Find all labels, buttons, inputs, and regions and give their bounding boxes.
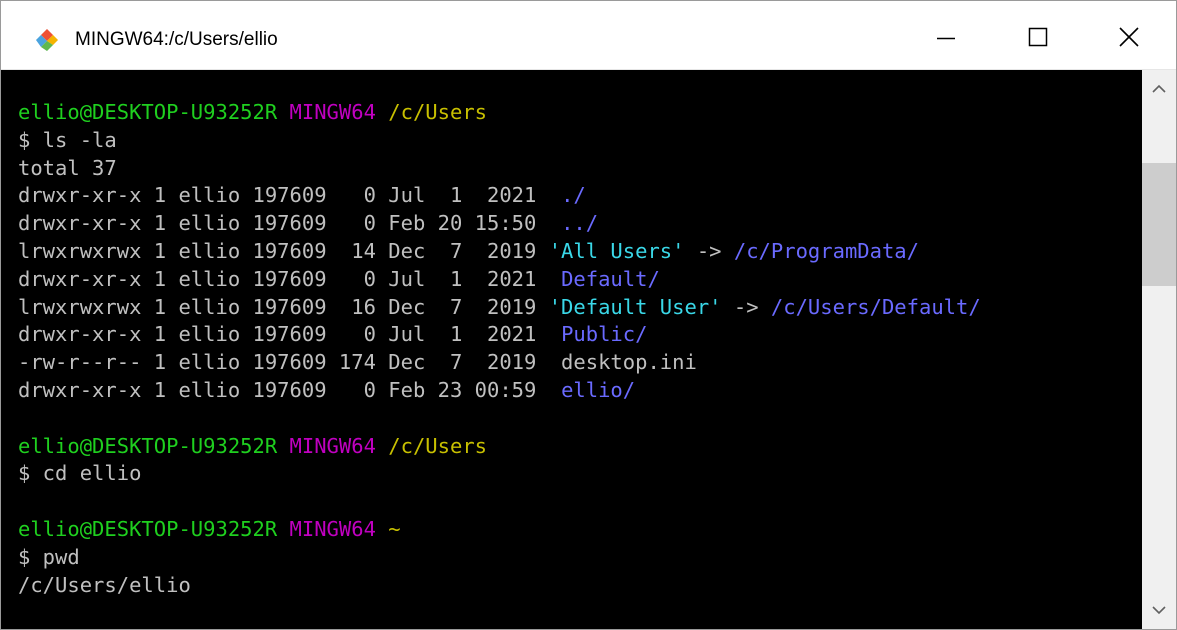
terminal-text-segment: MINGW64 (289, 516, 376, 541)
terminal-text-segment: lrwxrwxrwx 1 ellio 197609 14 Dec 7 2019 (18, 238, 549, 263)
terminal-text-segment: ~ (388, 516, 401, 541)
terminal-text-segment: drwxr-xr-x 1 ellio 197609 0 Feb 23 00:59 (18, 377, 562, 402)
terminal-text-segment: drwxr-xr-x 1 ellio 197609 0 Jul 1 2021 (18, 322, 562, 347)
terminal-window: MINGW64:/c/Users/ellio ellio@DESKTOP-U93… (0, 0, 1177, 630)
terminal-text-segment: drwxr-xr-x 1 ellio 197609 0 Jul 1 2021 (18, 266, 562, 291)
terminal-text-segment: ellio@DESKTOP-U93252R (18, 433, 278, 458)
terminal-line: drwxr-xr-x 1 ellio 197609 0 Jul 1 2021 D… (18, 266, 981, 294)
terminal-text-segment: ../ (561, 211, 599, 236)
terminal-text-segment: /c/Users/ellio (18, 572, 191, 597)
terminal-text-segment: /c/Users (388, 100, 488, 124)
terminal-text-segment: ellio@DESKTOP-U93252R (18, 100, 278, 124)
title-bar[interactable]: MINGW64:/c/Users/ellio (1, 1, 1176, 70)
terminal-line: -rw-r--r-- 1 ellio 197609 174 Dec 7 2019… (18, 349, 981, 377)
terminal-line: ellio@DESKTOP-U93252R MINGW64 /c/Users (18, 433, 981, 461)
terminal-line: drwxr-xr-x 1 ellio 197609 0 Jul 1 2021 P… (18, 321, 981, 349)
terminal-text-segment: $ cd ellio (18, 461, 142, 486)
maximize-button[interactable] (992, 1, 1084, 69)
terminal-text-segment: lrwxrwxrwx 1 ellio 197609 16 Dec 7 2019 (18, 294, 549, 319)
terminal-text-segment: /c/Users/Default/ (770, 294, 981, 319)
terminal-text-segment: 'Default User' (548, 294, 722, 319)
terminal-line: ellio@DESKTOP-U93252R MINGW64 ~ (18, 516, 981, 544)
terminal-line: drwxr-xr-x 1 ellio 197609 0 Feb 23 00:59… (18, 377, 981, 405)
terminal-text-segment: $ ls -la (18, 127, 117, 152)
terminal-text-segment: ellio/ (561, 377, 636, 402)
terminal-line: ellio@DESKTOP-U93252R MINGW64 /c/Users (18, 99, 981, 127)
terminal-text-segment: total 37 (18, 155, 117, 180)
terminal-line: total 37 (18, 155, 981, 183)
close-icon (1119, 27, 1139, 47)
terminal-text-segment: Public/ (561, 322, 648, 347)
scroll-down-arrow-icon[interactable] (1142, 595, 1176, 629)
terminal-text-segment: Default/ (561, 266, 660, 291)
terminal-text-segment: -> (721, 294, 771, 319)
terminal-text-segment: /c/ProgramData/ (733, 238, 919, 263)
terminal-text-segment: ./ (561, 183, 586, 208)
terminal-text-segment: MINGW64 (289, 100, 376, 124)
scroll-up-arrow-icon[interactable] (1142, 70, 1176, 104)
terminal-text-segment: MINGW64 (289, 433, 376, 458)
terminal-line: lrwxrwxrwx 1 ellio 197609 16 Dec 7 2019 … (18, 294, 981, 322)
terminal-text-segment: drwxr-xr-x 1 ellio 197609 0 Jul 1 2021 (18, 183, 562, 208)
maximize-icon (1028, 27, 1048, 47)
terminal-line: $ cd ellio (18, 460, 981, 488)
terminal-line: lrwxrwxrwx 1 ellio 197609 14 Dec 7 2019 … (18, 238, 981, 266)
terminal-line: drwxr-xr-x 1 ellio 197609 0 Jul 1 2021 .… (18, 182, 981, 210)
terminal-lines: ellio@DESKTOP-U93252R MINGW64 /c/Users $ … (18, 99, 981, 599)
terminal-text-segment: $ pwd (18, 544, 80, 569)
terminal-text-segment: -rw-r--r-- 1 ellio 197609 174 Dec 7 2019… (18, 350, 697, 375)
terminal-line: $ ls -la (18, 127, 981, 155)
vertical-scrollbar[interactable] (1142, 70, 1176, 629)
terminal-text-segment: ellio@DESKTOP-U93252R (18, 516, 278, 541)
window-title: MINGW64:/c/Users/ellio (75, 29, 278, 50)
terminal-line: drwxr-xr-x 1 ellio 197609 0 Feb 20 15:50… (18, 210, 981, 238)
terminal-text-segment: -> (684, 238, 734, 263)
close-button[interactable] (1084, 1, 1176, 69)
scroll-thumb[interactable] (1142, 163, 1176, 286)
terminal-output[interactable]: ellio@DESKTOP-U93252R MINGW64 /c/Users $ … (1, 70, 1142, 629)
terminal-line: /c/Users/ellio (18, 572, 981, 600)
minimize-button[interactable] (900, 1, 992, 69)
terminal-text-segment: /c/Users (388, 433, 488, 458)
terminal-line: $ pwd (18, 544, 981, 572)
git-bash-icon (36, 29, 58, 51)
terminal-text-segment: drwxr-xr-x 1 ellio 197609 0 Feb 20 15:50 (18, 211, 562, 236)
terminal-text-segment: 'All Users' (548, 238, 685, 263)
minimize-icon (937, 37, 955, 40)
